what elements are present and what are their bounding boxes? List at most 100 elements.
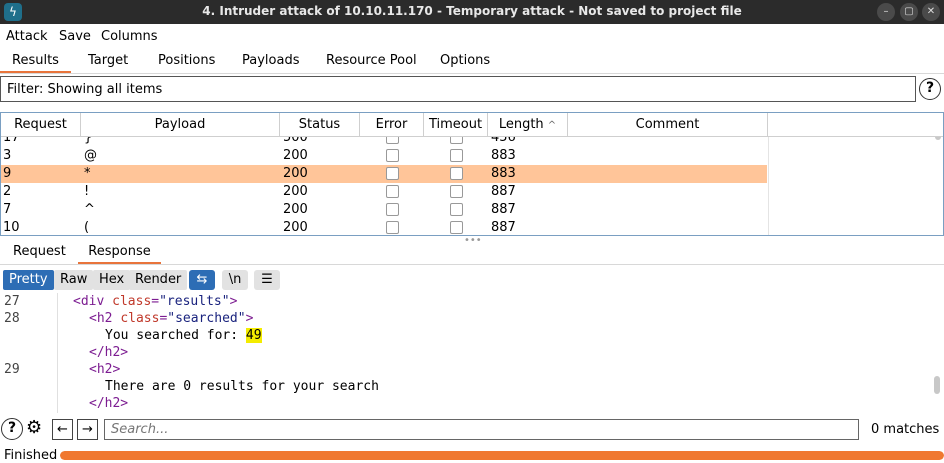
cell-length: 887: [491, 184, 516, 199]
column-header-timeout[interactable]: Timeout: [424, 113, 488, 137]
search-highlight: 49: [245, 328, 262, 343]
column-divider: [768, 137, 769, 235]
maximize-button[interactable]: ▢: [900, 3, 918, 21]
tab-positions[interactable]: Positions: [158, 53, 215, 73]
cell-status: 200: [283, 166, 308, 181]
newline-icon[interactable]: \n: [222, 270, 248, 290]
table-row[interactable]: 3 @200 883: [1, 147, 767, 165]
cell-status: 200: [283, 148, 308, 163]
progress-bar: [60, 451, 944, 460]
error-checkbox: [386, 149, 399, 162]
arrow-right-icon[interactable]: →: [77, 419, 98, 440]
gear-icon[interactable]: ⚙: [26, 418, 42, 438]
tab-results[interactable]: Results: [0, 53, 71, 73]
raw-button[interactable]: Raw: [54, 270, 94, 290]
code-token: </h2>: [89, 345, 129, 360]
code-token: class: [112, 294, 152, 309]
error-checkbox: [386, 221, 399, 234]
minimize-button[interactable]: –: [877, 3, 895, 21]
error-checkbox: [386, 185, 399, 198]
code-token: <div: [73, 294, 113, 309]
tab-resource-pool[interactable]: Resource Pool: [326, 53, 417, 73]
tab-options[interactable]: Options: [440, 53, 490, 73]
timeout-checkbox: [450, 221, 463, 234]
filter-text: Filter: Showing all items: [7, 82, 163, 97]
code-token: "results": [159, 294, 230, 309]
tab-payloads[interactable]: Payloads: [242, 53, 299, 73]
code-token: You searched for:: [105, 328, 246, 343]
tab-response[interactable]: Response: [78, 244, 161, 264]
cell-status: 200: [283, 184, 308, 199]
search-input[interactable]: [105, 420, 858, 439]
cell-request: 3: [3, 148, 12, 163]
cell-payload: @: [84, 148, 97, 163]
cell-request: 7: [3, 202, 12, 217]
timeout-checkbox: [450, 185, 463, 198]
filter-bar[interactable]: Filter: Showing all items: [0, 76, 916, 102]
code-line: </h2>: [89, 345, 128, 360]
menu-save[interactable]: Save: [59, 29, 91, 44]
cell-request: 2: [3, 184, 12, 199]
error-checkbox: [386, 167, 399, 180]
column-header-error[interactable]: Error: [360, 113, 424, 137]
code-scrollbar[interactable]: [934, 376, 940, 394]
help-icon[interactable]: ?: [919, 78, 941, 100]
code-token: class: [120, 311, 160, 326]
code-token: <h2>: [89, 362, 121, 377]
tab-request[interactable]: Request: [13, 244, 66, 264]
render-button[interactable]: Render: [129, 270, 188, 290]
table-row[interactable]: 10 (200 887: [1, 219, 767, 235]
column-header-status[interactable]: Status: [280, 113, 360, 137]
menu-attack[interactable]: Attack: [6, 29, 48, 44]
code-token: >: [245, 311, 254, 326]
menu-columns[interactable]: Columns: [101, 29, 158, 44]
arrow-left-icon[interactable]: ←: [52, 419, 73, 440]
tab-target[interactable]: Target: [88, 53, 128, 73]
code-line: <h2>: [89, 362, 120, 377]
column-header-request[interactable]: Request: [1, 113, 81, 137]
cell-payload: !: [84, 184, 90, 199]
window-title: 4. Intruder attack of 10.10.11.170 - Tem…: [202, 4, 742, 18]
column-header-length-label: Length: [498, 117, 544, 132]
timeout-checkbox: [450, 203, 463, 216]
cell-length: 883: [491, 148, 516, 163]
close-button[interactable]: ✕: [922, 3, 940, 21]
timeout-checkbox: [450, 149, 463, 162]
cell-status: 200: [283, 220, 308, 235]
code-token: "searched": [167, 311, 246, 326]
error-checkbox: [386, 203, 399, 216]
code-line: <h2 class="searched">: [89, 311, 253, 326]
table-row[interactable]: 7 ^ 200 887: [1, 201, 767, 219]
cell-payload: (: [84, 220, 90, 235]
menu-icon[interactable]: ☰: [254, 270, 280, 290]
cell-length: 887: [491, 202, 516, 217]
column-header-length[interactable]: Length ^: [488, 113, 568, 137]
table-row[interactable]: 2! 200 887: [1, 183, 767, 201]
code-token: There are 0 results for your search: [105, 379, 379, 394]
line-number-gutter: 27 28 29: [0, 293, 58, 413]
code-line: There are 0 results for your search: [105, 379, 379, 394]
column-header-payload[interactable]: Payload: [81, 113, 280, 137]
code-token: <h2: [89, 311, 121, 326]
line-number: 28: [4, 311, 20, 326]
request-response-tabs: Request Response: [0, 242, 944, 265]
cell-length: 883: [491, 166, 516, 181]
code-token: </h2>: [89, 396, 129, 411]
column-header-comment[interactable]: Comment: [568, 113, 768, 137]
search-field[interactable]: [104, 419, 859, 440]
timeout-checkbox: [450, 167, 463, 180]
hex-button[interactable]: Hex: [93, 270, 131, 290]
cell-payload: ^: [84, 202, 95, 217]
table-row[interactable]: 9 * 200 883: [1, 165, 767, 183]
pretty-button[interactable]: Pretty: [3, 270, 54, 290]
code-line: <div class="results">: [73, 294, 237, 309]
cell-status: 200: [283, 202, 308, 217]
help-icon[interactable]: ?: [1, 418, 23, 440]
line-number: 27: [4, 294, 20, 309]
response-body[interactable]: 27 28 29 <div class="results"> <h2 class="s…: [0, 293, 944, 413]
line-number: 29: [4, 362, 20, 377]
attack-tabs: Results Target Positions Payloads Resour…: [0, 50, 944, 74]
wrap-icon[interactable]: ⇆: [189, 270, 215, 290]
sort-ascending-icon: ^: [547, 120, 557, 131]
code-line: You searched for: 49: [105, 328, 262, 343]
